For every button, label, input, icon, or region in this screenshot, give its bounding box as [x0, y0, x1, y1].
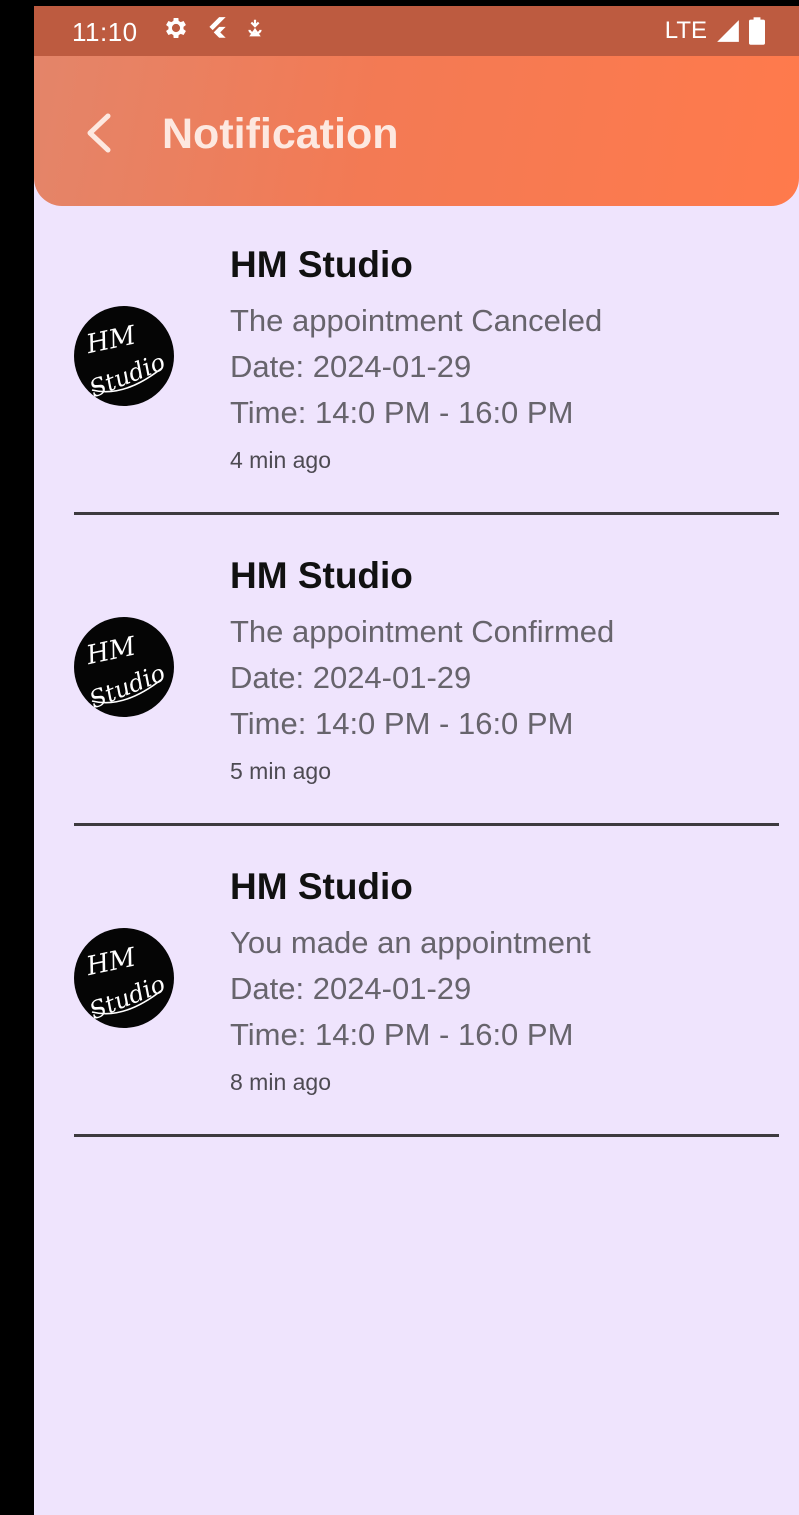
notification-time: Time: 14:0 PM - 16:0 PM	[230, 395, 574, 430]
notification-sender: HM Studio	[230, 866, 413, 907]
page-title: Notification	[162, 110, 399, 158]
notification-body: HM Studio The appointment Canceled Date:…	[230, 240, 770, 480]
app-screen: 11:10 LTE Notification HM Studio HM Stud…	[34, 6, 799, 1515]
notification-sender: HM Studio	[230, 555, 413, 596]
notification-ago: 5 min ago	[230, 758, 332, 784]
notification-item[interactable]: HM Studio HM Studio You made an appointm…	[74, 828, 779, 1137]
app-bar: Notification	[34, 56, 799, 206]
back-button[interactable]	[78, 108, 118, 158]
notification-message: You made an appointment	[230, 925, 591, 960]
hm-studio-logo: HM Studio	[83, 942, 169, 1025]
flutter-icon	[209, 17, 226, 38]
avatar: HM Studio	[74, 928, 174, 1028]
notification-ago: 8 min ago	[230, 1069, 332, 1095]
hm-studio-logo: HM Studio	[83, 320, 169, 403]
notification-body: HM Studio The appointment Confirmed Date…	[230, 551, 770, 791]
status-time: 11:10	[72, 17, 138, 47]
notification-date: Date: 2024-01-29	[230, 971, 472, 1006]
status-bar: 11:10 LTE	[34, 6, 799, 56]
svg-text:HM: HM	[83, 942, 140, 982]
notification-time: Time: 14:0 PM - 16:0 PM	[230, 1017, 574, 1052]
settings-icon	[166, 17, 186, 39]
notification-sender: HM Studio	[230, 244, 413, 285]
header: 11:10 LTE Notification	[34, 6, 799, 206]
network-type: LTE	[664, 17, 707, 44]
notification-time: Time: 14:0 PM - 16:0 PM	[230, 706, 574, 741]
svg-text:HM: HM	[83, 320, 140, 360]
battery-icon	[749, 17, 765, 45]
notification-body: HM Studio You made an appointment Date: …	[230, 862, 770, 1102]
notification-date: Date: 2024-01-29	[230, 660, 472, 695]
notification-item[interactable]: HM Studio HM Studio The appointment Canc…	[74, 206, 779, 515]
signal-icon	[717, 20, 739, 42]
status-right: LTE	[665, 17, 765, 45]
notification-message: The appointment Confirmed	[230, 614, 615, 649]
svg-text:HM: HM	[83, 631, 140, 671]
notification-message: The appointment Canceled	[230, 303, 603, 338]
avatar: HM Studio	[74, 306, 174, 406]
notification-date: Date: 2024-01-29	[230, 349, 472, 384]
notification-ago: 4 min ago	[230, 447, 332, 473]
location-pin-icon	[248, 19, 262, 37]
notification-item[interactable]: HM Studio HM Studio The appointment Conf…	[74, 517, 779, 826]
hm-studio-logo: HM Studio	[83, 631, 169, 714]
avatar: HM Studio	[74, 617, 174, 717]
notification-list: HM Studio HM Studio The appointment Canc…	[74, 206, 779, 1139]
status-notification-icons	[162, 14, 266, 42]
chevron-left-icon	[87, 113, 111, 153]
